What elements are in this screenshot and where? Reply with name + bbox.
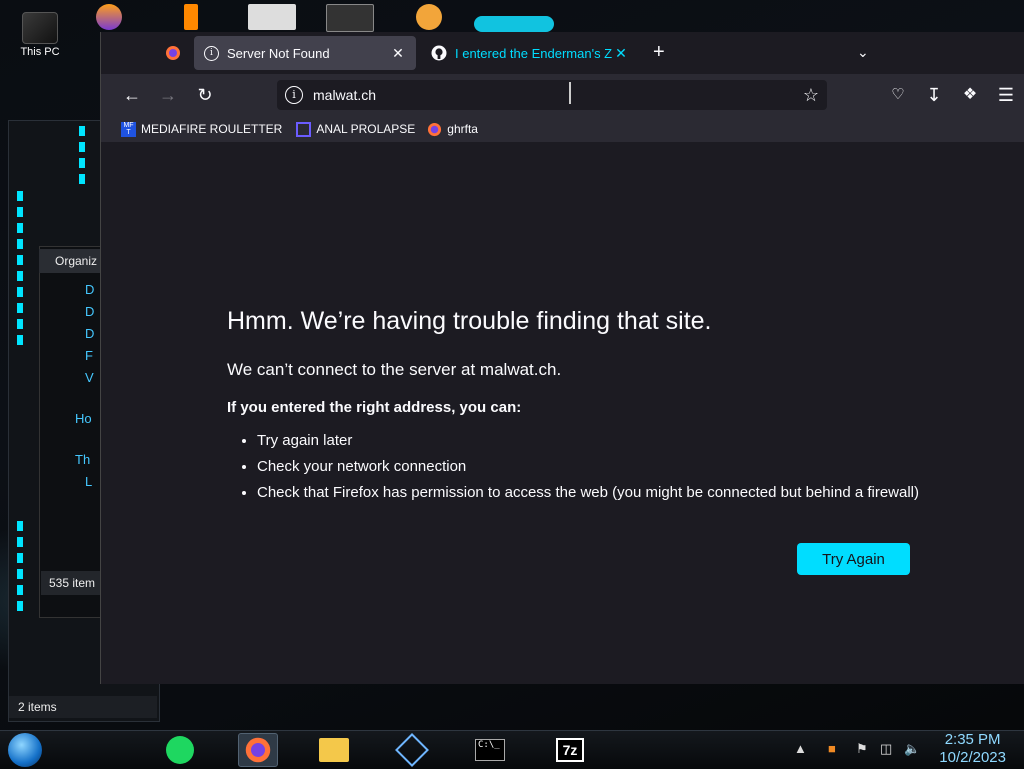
navigation-toolbar: ← → ↻ i malwat.ch ☆ ♡ ↧ ❖ ☰ [101,74,1024,116]
back-arrow-icon[interactable]: ← [121,84,143,106]
error-page: Hmm. We’re having trouble finding that s… [101,142,1024,684]
error-title: Hmm. We’re having trouble finding that s… [227,307,712,335]
spotify-taskbar-button[interactable] [160,733,200,767]
suggestion-item: Check your network connection [257,458,919,475]
list-all-tabs-chevron-icon[interactable]: ⌄ [857,44,869,61]
desktop-top-icons [90,0,1024,34]
explorer-nav-item[interactable]: L [59,471,94,493]
desktop-app-icon-5[interactable] [416,4,442,30]
close-tab-icon[interactable]: ✕ [613,45,629,62]
bookmark-star-icon[interactable]: ☆ [803,85,819,106]
tab-github[interactable]: I entered the Enderman's ZIP pa ✕ [421,36,639,70]
error-suggestions: Try again later Check your network conne… [243,432,919,510]
7zip-icon: 7z [556,738,584,762]
network-icon[interactable]: ◫ [880,741,892,757]
decor-strip-right [79,126,85,186]
explorer-nav-item[interactable]: D [59,301,94,323]
menu-hamburger-icon[interactable]: ☰ [995,84,1017,106]
bookmark-ghrfta[interactable]: ghrfta [427,122,478,137]
file-explorer-icon [319,738,349,762]
terminal-taskbar-button[interactable]: C:\_ [470,733,510,767]
spotify-icon [166,736,194,764]
firefox-taskbar-button[interactable] [238,733,278,767]
this-pc-icon [22,12,58,44]
start-orb-icon[interactable] [8,733,42,767]
download-icon[interactable]: ↧ [923,84,945,106]
forward-arrow-icon[interactable]: → [157,84,179,106]
explorer-nav-item[interactable]: V [59,367,94,389]
explorer-nav-list: D D D F V Ho Th L [59,279,94,493]
firefox-view-button[interactable] [153,36,193,70]
tray-overflow-icon[interactable]: ▲ [794,741,807,756]
volume-icon[interactable]: 🔈 [904,741,920,757]
new-tab-button[interactable]: + [653,42,665,62]
firefox-icon [428,122,442,136]
tab-label: Server Not Found [227,45,330,61]
this-pc-shortcut[interactable]: This PC [18,12,62,58]
text-cursor [569,82,571,104]
virtualbox-icon [395,733,429,767]
terminal-icon: C:\_ [475,739,505,761]
reload-icon[interactable]: ↻ [194,84,216,106]
decor-strip-left-2 [17,521,23,611]
explorer-nav-item[interactable]: D [59,279,94,301]
desktop-app-icon-1[interactable] [96,4,122,30]
url-bar[interactable]: i malwat.ch ☆ [277,80,827,110]
7zip-taskbar-button[interactable]: 7z [550,733,590,767]
firefox-window: i Server Not Found ✕ I entered the Ender… [100,32,1024,684]
sigma-icon [296,121,312,137]
pocket-icon[interactable]: ♡ [887,84,909,106]
explorer-nav-item[interactable]: D [59,323,94,345]
bookmarks-toolbar: MF T MEDIAFIRE ROULETTER ANAL PROLAPSE gh… [101,116,1024,143]
explorer-nav-item[interactable]: F [59,345,94,367]
firefox-icon [166,46,180,60]
bookmark-mediafire[interactable]: MF T MEDIAFIRE ROULETTER [121,121,283,137]
bookmark-anal-prolapse[interactable]: ANAL PROLAPSE [296,121,416,137]
error-lead: If you entered the right address, you ca… [227,399,522,416]
tab-server-not-found[interactable]: i Server Not Found ✕ [194,36,416,70]
firefox-icon [245,737,271,763]
mediafire-icon: MF T [121,121,136,137]
explorer-item-count: 535 item [41,571,107,595]
taskbar: C:\_ 7z ▲ ■ ⚑ ◫ 🔈 2:35 PM 10/2/2023 [0,730,1024,769]
close-tab-icon[interactable]: ✕ [390,45,406,62]
explorer-status: 2 items [9,696,157,718]
explorer-organize-button[interactable]: Organiz [39,249,103,273]
github-icon [431,45,447,61]
explorer-nav-item[interactable]: Th [59,449,94,471]
file-explorer-taskbar-button[interactable] [314,733,354,767]
tab-label: I entered the Enderman's ZIP pa [455,45,613,61]
extensions-icon[interactable]: ❖ [959,84,981,106]
info-icon: i [204,45,219,61]
url-text[interactable]: malwat.ch [313,87,376,103]
clock-time: 2:35 PM [944,731,1001,748]
this-pc-label: This PC [20,46,60,58]
bookmark-label: ghrfta [447,122,478,136]
clock-date: 10/2/2023 [939,749,1006,766]
decor-strip-left [17,191,23,351]
site-info-icon[interactable]: i [285,86,303,104]
action-center-flag-icon[interactable]: ⚑ [856,741,868,757]
error-subtitle: We can’t connect to the server at malwat… [227,360,562,379]
bookmark-label: MEDIAFIRE ROULETTER [141,122,283,136]
desktop-app-icon-6[interactable] [474,16,554,32]
vlc-icon[interactable] [184,4,198,30]
desktop-app-icon-3[interactable] [248,4,296,30]
suggestion-item: Try again later [257,432,919,449]
taskbar-clock[interactable]: 2:35 PM 10/2/2023 [939,731,1006,767]
tab-strip: i Server Not Found ✕ I entered the Ender… [101,32,1024,74]
desktop-app-icon-4[interactable] [326,4,374,32]
bookmark-label: ANAL PROLAPSE [316,122,416,136]
explorer-nav-item[interactable]: Ho [59,408,94,430]
virtualbox-taskbar-button[interactable] [392,733,432,767]
tray-app-icon[interactable]: ■ [828,741,836,756]
try-again-button[interactable]: Try Again [797,543,910,575]
suggestion-item: Check that Firefox has permission to acc… [257,484,919,501]
